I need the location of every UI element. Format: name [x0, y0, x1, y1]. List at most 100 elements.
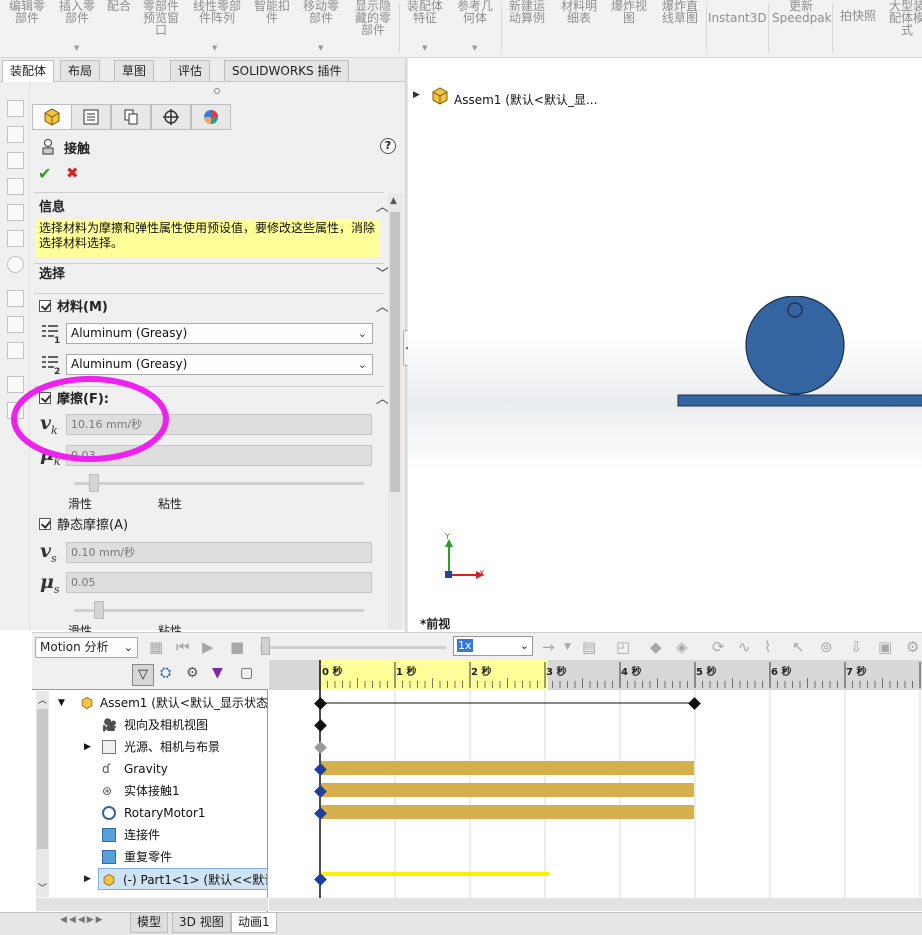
chevron-down-icon[interactable]: ▼ [212, 44, 217, 52]
tab-navigation-arrows[interactable]: ◀◀◀▶▶ [60, 915, 105, 925]
static-friction-checkbox[interactable] [39, 518, 51, 530]
static-velocity-field[interactable]: 0.10 mm/秒 [66, 542, 372, 563]
bill-of-materials-button[interactable]: 材料明 细表 [556, 0, 602, 24]
chevron-down-icon[interactable]: ▼ [318, 44, 323, 52]
move-component-button[interactable]: 移动零 部件 [298, 0, 344, 24]
tree-item-solid-contact[interactable]: ⊛ 实体接触1 [32, 780, 268, 802]
component-preview-button[interactable]: 零部件 预览窗 口 [138, 0, 184, 36]
graphics-area[interactable]: ▶ Assem1 (默认<默认_显... Y X *前视 [408, 58, 922, 632]
kinetic-friction-slider[interactable] [74, 482, 364, 485]
playback-slider-thumb[interactable] [261, 637, 270, 655]
chevron-down-icon[interactable]: ▼ [472, 44, 477, 52]
linear-pattern-button[interactable]: 线性零部 件阵列 [188, 0, 246, 24]
tab-3d-view[interactable]: 3D 视图 [172, 913, 231, 933]
contact-timeline-bar[interactable] [321, 783, 694, 797]
autosize-icon[interactable]: ▢ [240, 665, 253, 681]
kinetic-friction-slider-thumb[interactable] [88, 474, 99, 492]
selection-section-header[interactable]: 选择 ﹀ [39, 263, 389, 287]
filter-selected-icon[interactable]: ⚙ [186, 665, 199, 681]
explode-line-sketch-button[interactable]: 爆炸直 线草图 [654, 0, 706, 24]
info-section-header[interactable]: 信息 ︿ [39, 196, 389, 220]
sphere-view-icon[interactable] [7, 256, 24, 273]
gravity-timeline-bar[interactable] [321, 761, 694, 775]
help-icon[interactable]: ? [380, 138, 396, 154]
insert-component-button[interactable]: 插入零 部件 [54, 0, 100, 24]
chevron-down-icon[interactable]: ▼ [58, 692, 65, 714]
autokey-icon[interactable]: ◆ [650, 638, 662, 656]
chevron-down-icon[interactable]: ▼ [422, 44, 427, 52]
add-key-icon[interactable]: ◈ [676, 638, 688, 656]
update-speedpak-button[interactable]: 更新 Speedpak [772, 0, 832, 24]
chevron-right-icon[interactable]: ▶ [413, 90, 420, 100]
chevron-down-icon[interactable]: ▼ [74, 44, 79, 52]
properties-icon[interactable]: ⚙ [906, 638, 919, 656]
filter-animated-icon[interactable]: ▽ [132, 664, 154, 686]
scrollbar-thumb[interactable] [390, 212, 400, 492]
tree-item-part1[interactable]: (-) Part1<1> (默认<<默认 [98, 868, 268, 890]
section-view-icon[interactable] [7, 290, 24, 307]
animation-wizard-icon[interactable]: ◰ [616, 638, 630, 656]
save-animation-icon[interactable]: ▤ [582, 638, 596, 656]
calculate-icon[interactable]: ▦ [149, 638, 163, 656]
chevron-right-icon[interactable]: ▶ [84, 874, 91, 884]
exploded-view-button[interactable]: 爆炸视 图 [606, 0, 652, 24]
reference-geometry-button[interactable]: 参考几 何体 [452, 0, 498, 24]
new-motion-study-button[interactable]: 新建运 动算例 [504, 0, 550, 24]
tree-item-repeated-parts[interactable]: 重复零件 [32, 846, 268, 868]
flyout-tree-root[interactable]: Assem1 (默认<默认_显... [454, 91, 597, 108]
edit-component-button[interactable]: 编辑零 部件 [4, 0, 50, 24]
tab-assembly[interactable]: 装配体 [2, 60, 55, 82]
tab-animation1[interactable]: 动画1 [231, 913, 277, 933]
show-hidden-components-button[interactable]: 显示隐 藏的零 部件 [350, 0, 396, 36]
scroll-up-icon[interactable]: ▲ [390, 196, 397, 206]
property-manager-tab[interactable] [71, 104, 111, 130]
chevron-right-icon[interactable]: ▶ [84, 736, 91, 758]
tree-item-rotary-motor[interactable]: RotaryMotor1 [32, 802, 268, 824]
scroll-down-icon[interactable]: ﹀ [38, 881, 47, 894]
view-cube-icon[interactable] [7, 152, 24, 169]
static-friction-section-header[interactable]: 静态摩擦(A) [39, 514, 389, 538]
view-cube-icon[interactable] [7, 178, 24, 195]
feature-manager-tab[interactable] [32, 104, 72, 130]
tree-item-lights-cameras[interactable]: ▶ 光源、相机与布景 [32, 736, 268, 758]
view-cube-icon[interactable] [7, 204, 24, 221]
tree-item-connectors[interactable]: 连接件 [32, 824, 268, 846]
dimxpert-manager-tab[interactable] [151, 104, 191, 130]
static-friction-slider-thumb[interactable] [94, 601, 105, 619]
ok-check-icon[interactable]: ✔ [38, 164, 51, 183]
tab-sketch[interactable]: 草图 [114, 60, 155, 81]
force-icon[interactable]: ↖ [792, 638, 805, 656]
material-section-header[interactable]: 材料(M) ︿ [39, 296, 389, 320]
chevron-down-icon[interactable]: ▼ [564, 642, 571, 652]
tab-layout[interactable]: 布局 [60, 60, 101, 81]
take-snapshot-button[interactable]: 拍快照 [836, 10, 880, 22]
motor-timeline-bar[interactable] [321, 805, 694, 819]
damper-icon[interactable]: ⌇ [764, 638, 771, 656]
stop-icon[interactable]: ■ [230, 638, 244, 656]
static-friction-field[interactable]: 0.05 [66, 572, 372, 593]
play-icon[interactable]: ▶ [202, 638, 214, 656]
playback-speed-select[interactable]: 1x ⌄ [453, 636, 533, 656]
timeline-canvas[interactable] [269, 660, 922, 900]
results-icon[interactable]: ▣ [878, 638, 892, 656]
material-checkbox[interactable] [39, 300, 51, 312]
mate-button[interactable]: 配合 [104, 0, 134, 12]
spring-icon[interactable]: ∿ [738, 638, 751, 656]
static-friction-slider[interactable] [74, 609, 364, 612]
tab-solidworks-addins[interactable]: SOLIDWORKS 插件 [224, 60, 350, 81]
tree-hscrollbar[interactable] [36, 898, 268, 911]
tab-evaluate[interactable]: 评估 [170, 60, 211, 81]
playback-mode-icon[interactable]: → [542, 638, 555, 656]
instant3d-button[interactable]: Instant3D [708, 12, 767, 24]
edit-appearance-icon[interactable] [7, 316, 24, 333]
filter-results-icon[interactable]: ▼ [212, 665, 223, 681]
material-1-select[interactable]: Aluminum (Greasy) ⌄ [66, 323, 373, 344]
cancel-x-icon[interactable]: ✖ [66, 164, 79, 182]
view-cube-icon[interactable] [7, 230, 24, 247]
assembly-features-button[interactable]: 装配体 特征 [402, 0, 448, 24]
panel-grip[interactable] [214, 88, 220, 94]
tree-item-orientation-views[interactable]: 🎥 视向及相机视图 [32, 714, 268, 736]
model-geometry[interactable] [668, 296, 922, 408]
view-cube-icon[interactable] [7, 126, 24, 143]
smart-fasteners-button[interactable]: 智能扣 件 [250, 0, 294, 24]
